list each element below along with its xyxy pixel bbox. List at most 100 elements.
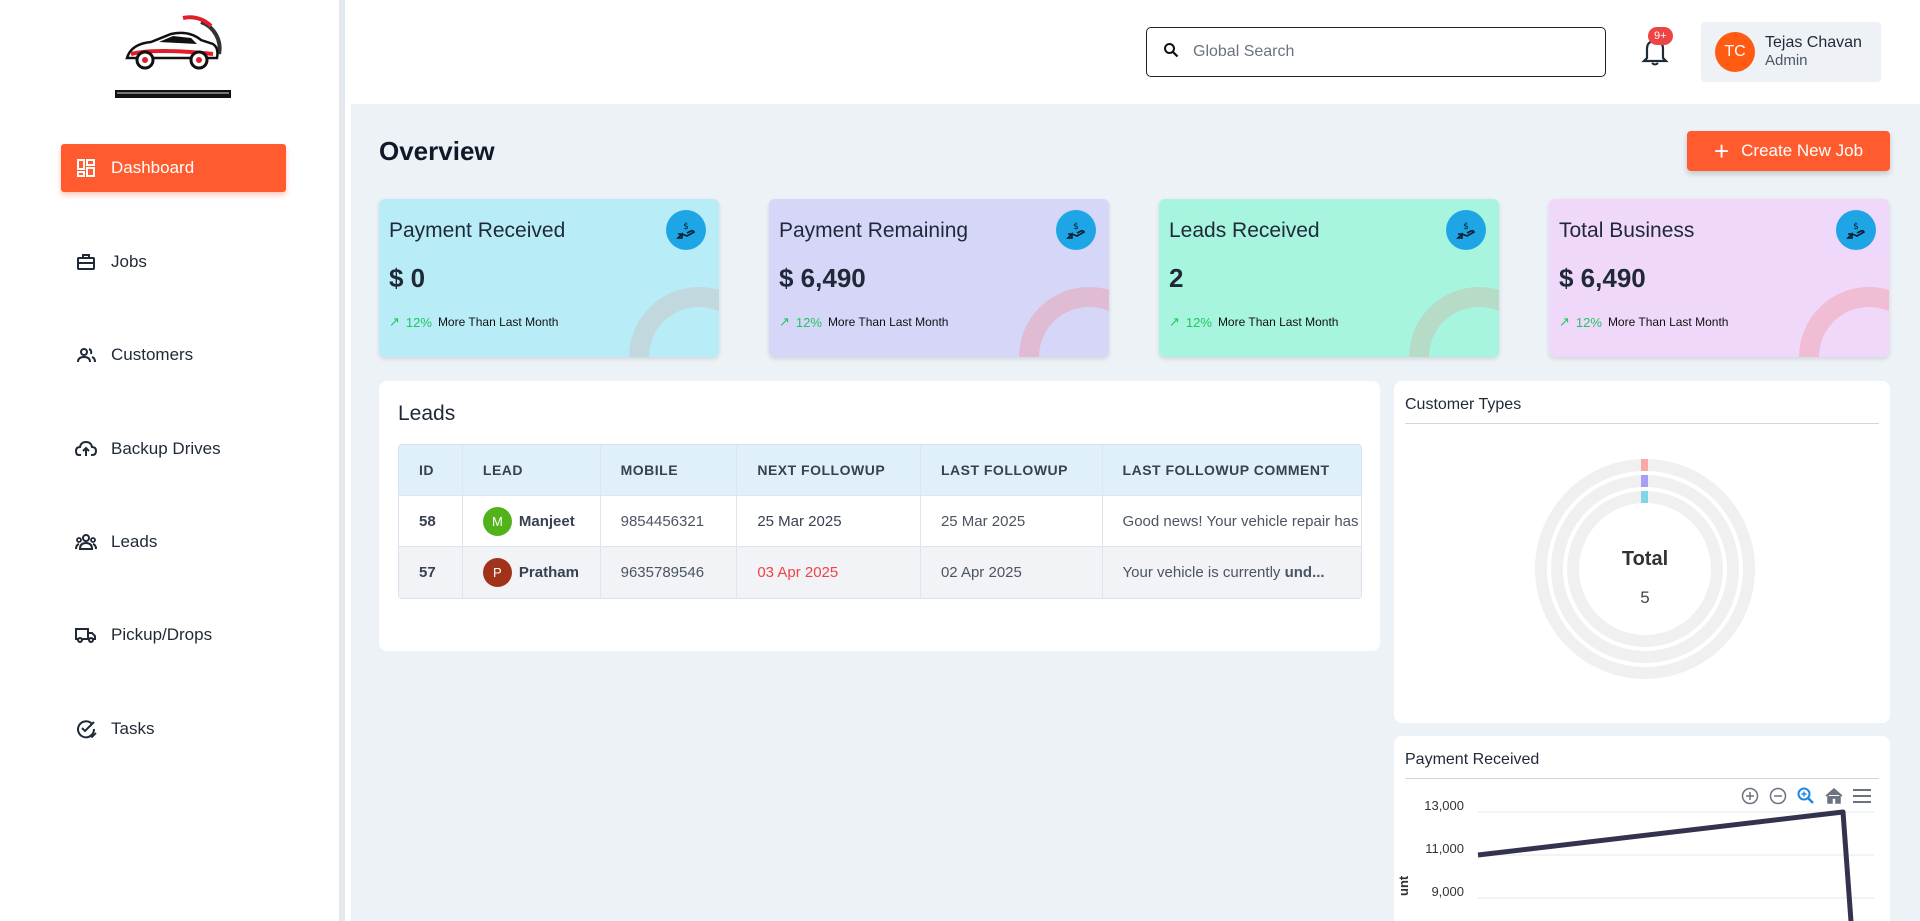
card-title: Payment Remaining — [779, 219, 969, 242]
search-icon — [1163, 42, 1179, 63]
series-marker — [1641, 459, 1648, 471]
sidebar-item-label: Pickup/Drops — [111, 625, 213, 644]
users-icon — [75, 344, 97, 366]
table-header-row: ID LEAD MOBILE NEXT FOLLOWUP LAST FOLLOW… — [399, 445, 1361, 496]
stat-card-total-business[interactable]: Total Business $ 6,490 ↗ 12% More Than L… — [1549, 199, 1889, 357]
sidebar-item-label: Dashboard — [111, 158, 195, 177]
sidebar-item-leads[interactable]: Leads — [61, 518, 286, 566]
main-content: Overview + Create New Job Payment Receiv… — [351, 104, 1920, 921]
group-icon — [75, 531, 97, 553]
trend-up-icon: ↗ — [1169, 314, 1180, 329]
lead-mobile: 9854456321 — [601, 496, 738, 546]
lead-last-followup: 25 Mar 2025 — [921, 496, 1103, 546]
sidebar-item-jobs[interactable]: Jobs — [61, 238, 286, 286]
decorative-arc — [1019, 287, 1109, 357]
payment-hand-icon: $ — [1056, 210, 1096, 250]
brand-logo[interactable] — [115, 14, 233, 102]
avatar: P — [482, 558, 512, 587]
car-logo-icon — [125, 15, 222, 70]
sidebar-item-label: Jobs — [111, 252, 147, 271]
svg-text:$: $ — [683, 222, 689, 232]
card-value: 2 — [1169, 263, 1184, 293]
payment-hand-icon: $ — [1446, 210, 1486, 250]
trend-note: More Than Last Month — [1607, 315, 1729, 329]
card-value: $ 0 — [389, 263, 426, 293]
sidebar-item-customers[interactable]: Customers — [61, 331, 286, 379]
column-header-lead[interactable]: LEAD — [463, 445, 601, 495]
page-title: Overview — [379, 136, 495, 166]
global-search[interactable] — [1146, 27, 1606, 77]
column-header-id[interactable]: ID — [399, 445, 463, 495]
card-trend: ↗ 12% More Than Last Month — [389, 314, 558, 330]
leads-title: Leads — [398, 402, 456, 425]
card-title: Total Business — [1559, 219, 1695, 242]
sidebar-item-tasks[interactable]: Tasks — [61, 705, 286, 753]
payment-hand-icon: $ — [1836, 210, 1876, 250]
lead-next-followup: 25 Mar 2025 — [737, 496, 921, 546]
donut-total-value: 5 — [1640, 588, 1650, 607]
trend-note: More Than Last Month — [827, 315, 949, 329]
lead-cell: M Manjeet — [463, 496, 601, 546]
stat-card-payment-remaining[interactable]: Payment Remaining $ 6,490 ↗ 12% More Tha… — [769, 199, 1109, 357]
lead-id: 58 — [399, 496, 463, 546]
user-role: Admin — [1765, 52, 1808, 69]
series-line — [1477, 809, 1854, 921]
panel-title: Customer Types — [1405, 396, 1522, 413]
column-header-last-followup[interactable]: LAST FOLLOWUP — [921, 445, 1103, 495]
card-title: Payment Received — [389, 219, 566, 242]
truck-icon — [75, 624, 97, 646]
logo-tagline-bar — [115, 90, 231, 98]
create-button-label: Create New Job — [1741, 141, 1864, 160]
stat-card-leads-received[interactable]: Leads Received 2 ↗ 12% More Than Last Mo… — [1159, 199, 1499, 357]
avatar: M — [482, 506, 512, 536]
sidebar-item-label: Customers — [111, 345, 194, 364]
leads-panel: Leads ID LEAD MOBILE NEXT FOLLOWUP LAST … — [379, 381, 1380, 651]
svg-text:$: $ — [1463, 222, 1469, 232]
decorative-arc — [1409, 287, 1499, 357]
top-header: 9+ TC Tejas Chavan Admin — [351, 0, 1920, 104]
trend-percent: 12% — [405, 314, 432, 330]
plus-icon: + — [1713, 136, 1730, 166]
sidebar-item-dashboard[interactable]: Dashboard — [61, 144, 286, 192]
lead-comment: Good news! Your vehicle repair has — [1103, 496, 1361, 546]
table-row[interactable]: 58 M Manjeet 9854456321 25 Mar 2025 25 M… — [399, 496, 1361, 547]
lead-comment-emphasis: und... — [1284, 564, 1325, 581]
column-header-next-followup[interactable]: NEXT FOLLOWUP — [737, 445, 921, 495]
trend-note: More Than Last Month — [437, 315, 559, 329]
column-header-mobile[interactable]: MOBILE — [601, 445, 738, 495]
lead-name: Pratham — [518, 564, 579, 581]
lead-cell: P Pratham — [463, 547, 601, 598]
sidebar-item-backup-drives[interactable]: Backup Drives — [61, 425, 286, 473]
divider — [1405, 423, 1879, 424]
create-new-job-button[interactable]: + Create New Job — [1687, 131, 1890, 171]
lead-last-followup: 02 Apr 2025 — [921, 547, 1103, 598]
trend-up-icon: ↗ — [779, 314, 790, 329]
search-input[interactable] — [1193, 43, 1573, 61]
card-trend: ↗ 12% More Than Last Month — [779, 314, 948, 330]
dashboard-icon — [75, 157, 97, 179]
user-menu[interactable]: TC Tejas Chavan Admin — [1701, 22, 1881, 82]
stat-card-payment-received[interactable]: Payment Received $ 0 ↗ 12% More Than Las… — [379, 199, 719, 357]
trend-percent: 12% — [1185, 314, 1212, 330]
lead-comment-text: Good news! Your vehicle repair has — [1122, 512, 1359, 530]
sidebar-item-label: Leads — [111, 532, 158, 551]
trend-note: More Than Last Month — [1217, 315, 1339, 329]
lead-id: 57 — [399, 547, 463, 598]
payment-received-line-chart[interactable] — [1394, 736, 1890, 921]
card-trend: ↗ 12% More Than Last Month — [1169, 314, 1338, 330]
column-header-last-followup-comment[interactable]: LAST FOLLOWUP COMMENT — [1103, 445, 1361, 495]
trend-up-icon: ↗ — [1559, 314, 1570, 329]
table-row[interactable]: 57 P Pratham 9635789546 03 Apr 2025 02 A… — [399, 547, 1361, 598]
decorative-arc — [1799, 287, 1889, 357]
lead-name: Manjeet — [518, 512, 575, 530]
card-value: $ 6,490 — [779, 263, 866, 293]
payment-hand-icon: $ — [666, 210, 706, 250]
task-check-icon — [75, 718, 97, 740]
svg-text:$: $ — [1853, 222, 1859, 232]
user-name: Tejas Chavan — [1765, 34, 1862, 51]
lead-comment: Your vehicle is currently und... — [1103, 547, 1361, 598]
sidebar-item-pickup-drops[interactable]: Pickup/Drops — [61, 611, 286, 659]
sidebar-item-label: Tasks — [111, 719, 155, 738]
lead-next-followup: 03 Apr 2025 — [737, 547, 921, 598]
leads-table: ID LEAD MOBILE NEXT FOLLOWUP LAST FOLLOW… — [398, 444, 1362, 599]
